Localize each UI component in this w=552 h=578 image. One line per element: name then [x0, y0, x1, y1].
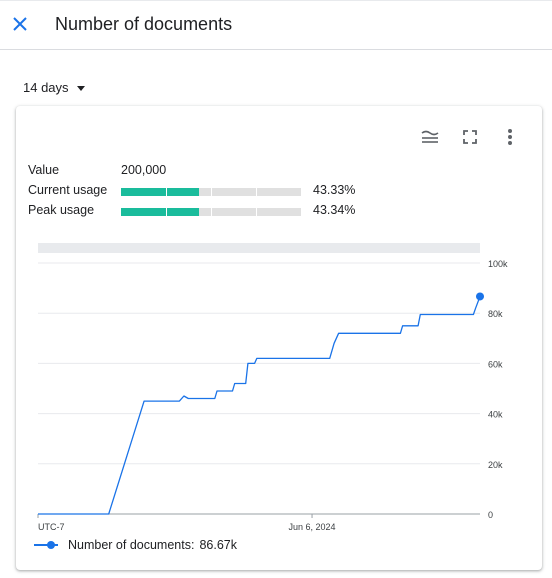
- dropdown-caret-icon: [76, 85, 85, 91]
- metric-card: Value 200,000 Current usage 43.33% Peak …: [16, 106, 542, 570]
- y-tick-label: 60k: [488, 359, 503, 369]
- legend-dot: [47, 541, 55, 549]
- series-line: [38, 296, 481, 515]
- header-bar: Number of documents: [0, 0, 552, 50]
- y-tick-label: 40k: [488, 410, 503, 420]
- page-title: Number of documents: [55, 14, 233, 34]
- time-range-select[interactable]: 14 days: [23, 77, 85, 97]
- legend-value: 86.67k: [199, 538, 237, 552]
- y-tick-label: 0: [488, 510, 493, 520]
- y-tick-label: 100k: [488, 259, 508, 269]
- legend-swatch: [34, 540, 58, 550]
- close-icon: [13, 17, 27, 31]
- chart-legend[interactable]: Number of documents: 86.67k: [34, 538, 237, 552]
- y-tick-label: 20k: [488, 460, 503, 470]
- time-range-label: 14 days: [23, 79, 69, 95]
- x-tick-label: Jun 6, 2024: [289, 522, 336, 532]
- y-tick-label: 80k: [488, 309, 503, 319]
- legend-label: Number of documents:: [68, 538, 195, 552]
- x-tick-label: UTC-7: [38, 522, 65, 532]
- documents-line-chart[interactable]: 100k 80k 60k 40k 20k 0 UTC-7 Jun 6, 2024: [16, 106, 542, 536]
- chart-zoom-strip: [38, 243, 480, 253]
- close-button[interactable]: [6, 10, 34, 38]
- series-endpoint-marker: [476, 292, 484, 301]
